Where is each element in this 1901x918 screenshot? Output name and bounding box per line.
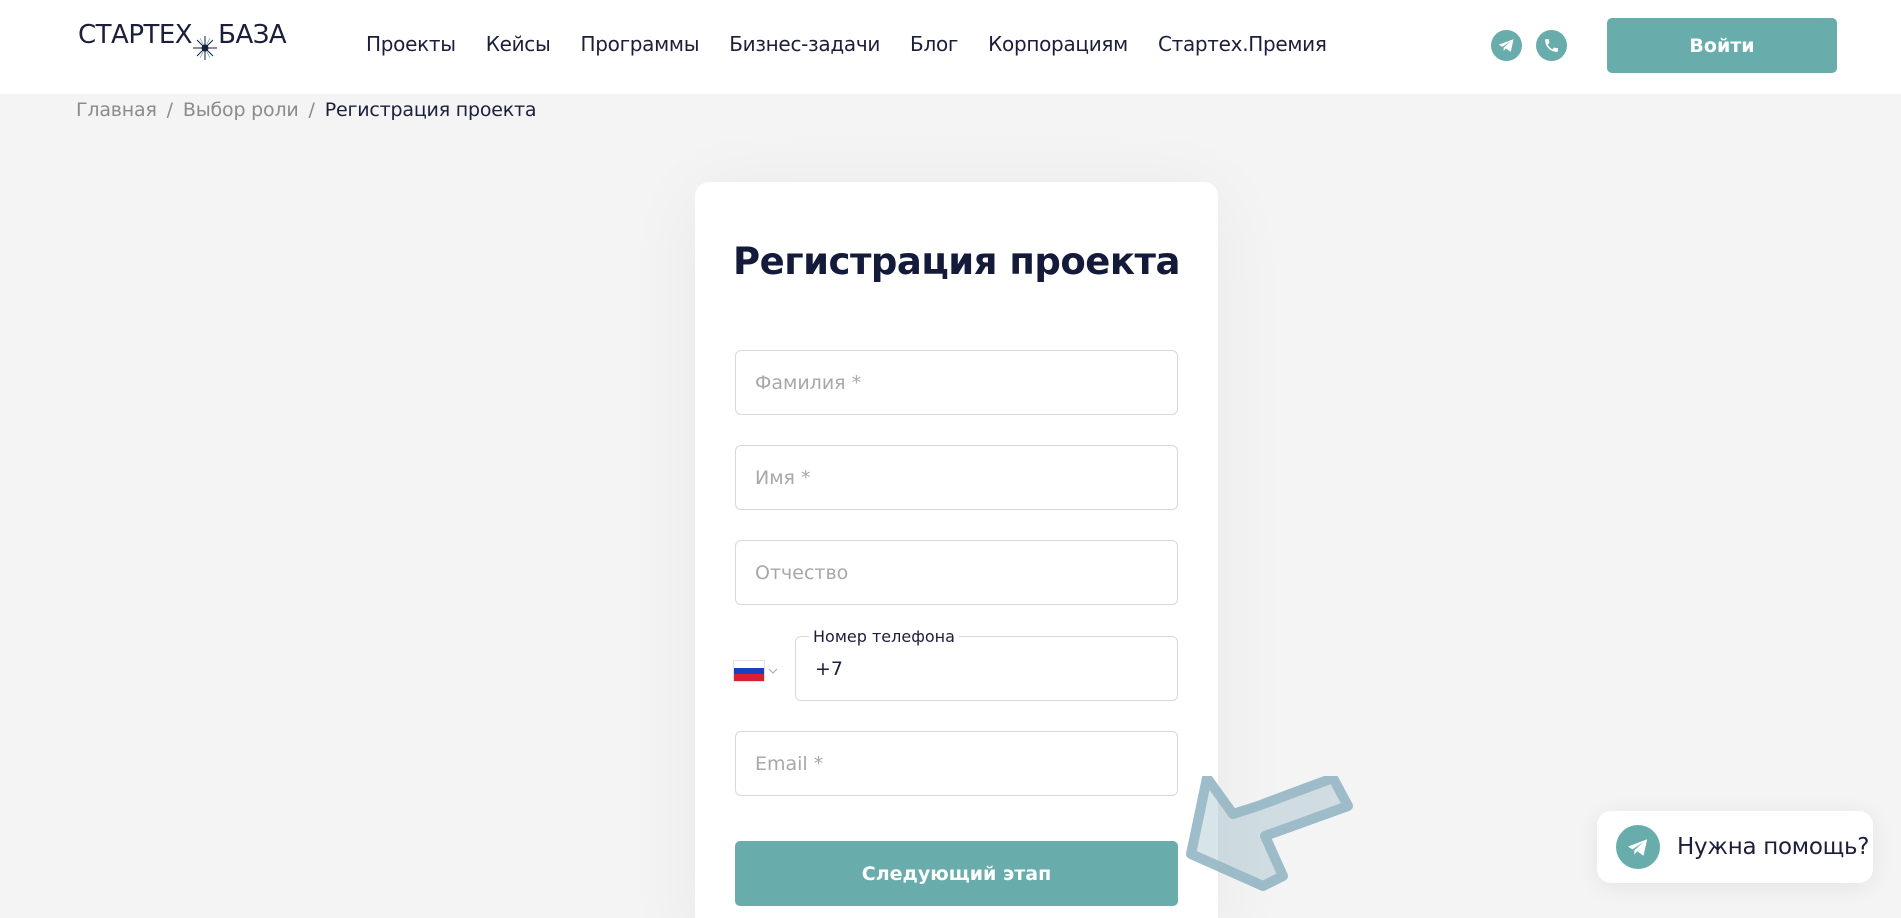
nav-corporations[interactable]: Корпорациям <box>988 32 1128 56</box>
country-code-select[interactable] <box>733 656 783 686</box>
breadcrumb: Главная / Выбор роли / Регистрация проек… <box>76 99 537 121</box>
first-name-field <box>735 445 1178 510</box>
registration-card: Регистрация проекта Номер телефона Следу… <box>695 182 1218 918</box>
middle-name-input[interactable] <box>736 541 1177 604</box>
help-widget[interactable]: Нужна помощь? <box>1597 811 1873 883</box>
breadcrumb-separator: / <box>166 99 173 121</box>
site-header: СТАРТЕХ БАЗА Проекты Кейсы Программы Биз… <box>0 0 1901 94</box>
page-title: Регистрация проекта <box>733 240 1180 283</box>
telegram-icon <box>1627 838 1648 856</box>
logo-text-right: БАЗА <box>218 20 287 50</box>
nav-projects[interactable]: Проекты <box>366 32 456 56</box>
help-telegram-button <box>1616 825 1660 869</box>
phone-button[interactable] <box>1536 30 1567 61</box>
telegram-button[interactable] <box>1491 30 1522 61</box>
arrow-pointer-icon <box>1186 776 1353 891</box>
last-name-field <box>735 350 1178 415</box>
next-step-button[interactable]: Следующий этап <box>735 841 1178 906</box>
main-nav: Проекты Кейсы Программы Бизнес-задачи Бл… <box>366 32 1327 56</box>
email-input[interactable] <box>736 732 1177 795</box>
logo-text-left: СТАРТЕХ <box>78 20 193 50</box>
logo[interactable]: СТАРТЕХ БАЗА <box>78 20 287 68</box>
help-label: Нужна помощь? <box>1677 834 1870 860</box>
phone-field: Номер телефона <box>795 627 1178 701</box>
breadcrumb-current: Регистрация проекта <box>324 99 537 121</box>
last-name-input[interactable] <box>736 351 1177 414</box>
breadcrumb-separator: / <box>308 99 315 121</box>
phone-label: Номер телефона <box>809 627 959 646</box>
phone-icon <box>1545 39 1558 52</box>
nav-business-tasks[interactable]: Бизнес-задачи <box>729 32 880 56</box>
logo-star-icon <box>193 36 218 60</box>
breadcrumb-home[interactable]: Главная <box>76 99 157 121</box>
first-name-input[interactable] <box>736 446 1177 509</box>
nav-cases[interactable]: Кейсы <box>486 32 551 56</box>
nav-programs[interactable]: Программы <box>581 32 700 56</box>
middle-name-field <box>735 540 1178 605</box>
email-field <box>735 731 1178 796</box>
breadcrumb-role-choice[interactable]: Выбор роли <box>183 99 299 121</box>
login-button[interactable]: Войти <box>1607 18 1837 73</box>
russia-flag-icon <box>733 660 765 682</box>
nav-startech-award[interactable]: Стартех.Премия <box>1158 32 1327 56</box>
chevron-down-icon <box>768 668 778 674</box>
telegram-icon <box>1498 39 1514 52</box>
nav-blog[interactable]: Блог <box>910 32 958 56</box>
phone-input[interactable] <box>796 637 1177 700</box>
